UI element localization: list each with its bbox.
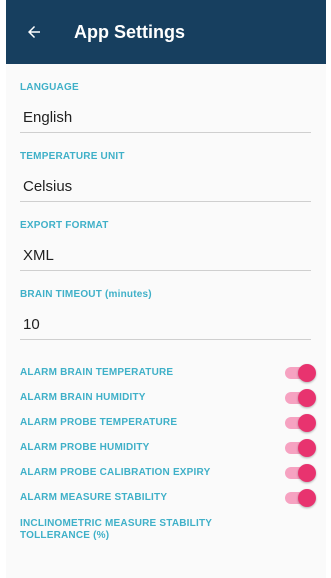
settings-screen: App Settings LANGUAGE English TEMPERATUR…: [6, 0, 326, 578]
alarm-brain-temperature-switch[interactable]: [282, 363, 316, 382]
alarm-probe-temperature-switch[interactable]: [282, 413, 316, 432]
export-format-setting: EXPORT FORMAT XML: [20, 220, 326, 271]
toggle-label: ALARM MEASURE STABILITY: [20, 492, 168, 503]
toggle-row-alarm-probe-temperature: ALARM PROBE TEMPERATURE: [20, 410, 316, 435]
temperature-unit-label: TEMPERATURE UNIT: [20, 151, 125, 162]
alarm-brain-humidity-switch[interactable]: [282, 388, 316, 407]
toggle-label: ALARM PROBE HUMIDITY: [20, 442, 150, 453]
brain-timeout-input[interactable]: 10: [20, 310, 311, 340]
export-format-select[interactable]: XML: [20, 241, 311, 271]
toggle-row-alarm-brain-humidity: ALARM BRAIN HUMIDITY: [20, 385, 316, 410]
page-title: App Settings: [74, 21, 185, 42]
language-select[interactable]: English: [20, 103, 311, 133]
toggle-label: ALARM PROBE CALIBRATION EXPIRY: [20, 467, 211, 478]
toggle-row-alarm-probe-calibration-expiry: ALARM PROBE CALIBRATION EXPIRY: [20, 460, 316, 485]
alarm-toggles: ALARM BRAIN TEMPERATURE ALARM BRAIN HUMI…: [20, 360, 326, 510]
brain-timeout-setting: BRAIN TIMEOUT (minutes) 10: [20, 289, 326, 340]
language-label: LANGUAGE: [20, 82, 79, 93]
alarm-measure-stability-switch[interactable]: [282, 488, 316, 507]
language-setting: LANGUAGE English: [20, 82, 326, 133]
brain-timeout-label: BRAIN TIMEOUT (minutes): [20, 289, 152, 300]
temperature-unit-select[interactable]: Celsius: [20, 172, 311, 202]
alarm-probe-humidity-switch[interactable]: [282, 438, 316, 457]
app-bar: App Settings: [6, 0, 326, 64]
toggle-row-alarm-measure-stability: ALARM MEASURE STABILITY: [20, 485, 316, 510]
alarm-probe-calibration-expiry-switch[interactable]: [282, 463, 316, 482]
settings-list: LANGUAGE English TEMPERATURE UNIT Celsiu…: [6, 82, 326, 542]
temperature-unit-setting: TEMPERATURE UNIT Celsius: [20, 151, 326, 202]
inclinometric-tolerance-label: INCLINOMETRIC MEASURE STABILITY TOLLERAN…: [20, 518, 212, 541]
toggle-label: ALARM BRAIN TEMPERATURE: [20, 367, 174, 378]
export-format-label: EXPORT FORMAT: [20, 220, 109, 231]
toggle-row-alarm-probe-humidity: ALARM PROBE HUMIDITY: [20, 435, 316, 460]
toggle-label: ALARM PROBE TEMPERATURE: [20, 417, 178, 428]
toggle-row-alarm-brain-temperature: ALARM BRAIN TEMPERATURE: [20, 360, 316, 385]
toggle-label: ALARM BRAIN HUMIDITY: [20, 392, 146, 403]
arrow-left-icon[interactable]: [22, 20, 46, 44]
